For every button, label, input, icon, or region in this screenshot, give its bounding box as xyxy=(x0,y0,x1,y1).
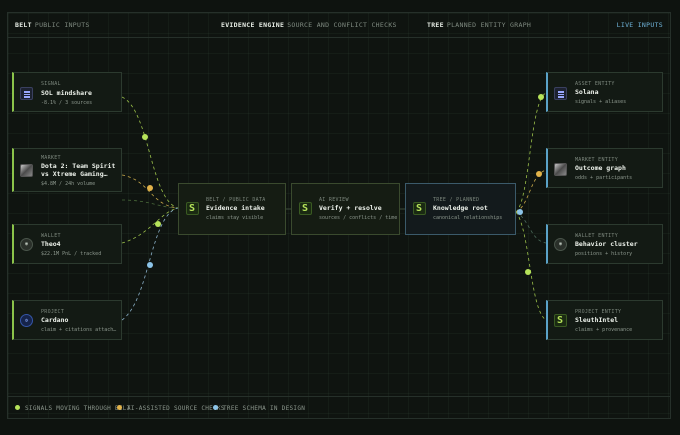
connector-outcome xyxy=(515,169,547,213)
stage-verify-resolve[interactable]: S AI REVIEW Verify + resolve sources / c… xyxy=(291,183,400,235)
wallet-avatar-icon: ◉ xyxy=(20,238,33,251)
card-title: SOL mindshare xyxy=(41,89,92,97)
entity-card-behavior-cluster[interactable]: ◉ WALLET ENTITY Behavior cluster positio… xyxy=(546,224,663,264)
card-title-line-2: vs Xtreme Gaming… xyxy=(41,170,108,178)
stage-kicker: AI REVIEW xyxy=(319,197,349,203)
connector-wallet xyxy=(121,207,179,244)
card-sub: -8.1% / 3 sources xyxy=(41,100,93,106)
s-logo-icon: S xyxy=(186,202,199,215)
stage-title: Verify + resolve xyxy=(319,204,382,212)
wallet-avatar-icon: ◉ xyxy=(554,238,567,251)
entity-sub: odds + participants xyxy=(575,175,633,181)
legend-schema: TREE SCHEMA IN DESIGN xyxy=(213,405,305,412)
stage-knowledge-root[interactable]: S TREE / PLANNED Knowledge root canonica… xyxy=(405,183,516,235)
schema-dot xyxy=(147,262,153,268)
input-card-market[interactable]: MARKET Dota 2: Team Spirit vs Xtreme Gam… xyxy=(12,148,122,192)
check-dot xyxy=(147,185,153,191)
s-logo-icon: S xyxy=(413,202,426,215)
entity-card-solana[interactable]: ASSET ENTITY Solana signals + aliases xyxy=(546,72,663,112)
signal-dot xyxy=(538,94,544,100)
signal-dot xyxy=(525,269,531,275)
entity-kicker: WALLET ENTITY xyxy=(575,233,619,239)
schema-dot xyxy=(517,209,523,215)
legend-dot xyxy=(117,405,122,410)
connector-market-2 xyxy=(121,199,179,209)
card-title: Theo4 xyxy=(41,240,61,248)
solana-icon xyxy=(554,87,567,100)
stage-title: Evidence intake xyxy=(206,204,265,212)
market-image-icon xyxy=(554,163,567,176)
entity-title: SleuthIntel xyxy=(575,316,619,324)
card-kicker: PROJECT xyxy=(41,309,65,315)
connector-behavior xyxy=(515,211,547,244)
market-image-icon xyxy=(20,164,33,177)
legend-checks: AI-ASSISTED SOURCE CHECKS xyxy=(117,405,225,412)
input-card-project[interactable]: ✲ PROJECT Cardano claim + citations atta… xyxy=(12,300,122,340)
input-card-wallet[interactable]: ◉ WALLET Theo4 $22.1M PnL / tracked xyxy=(12,224,122,264)
signal-dot xyxy=(142,134,148,140)
legend-label: AI-ASSISTED SOURCE CHECKS xyxy=(127,405,225,412)
entity-title: Solana xyxy=(575,88,599,96)
card-title: Cardano xyxy=(41,316,69,324)
entity-kicker: MARKET ENTITY xyxy=(575,157,619,163)
card-sub: $22.1M PnL / tracked xyxy=(41,251,102,257)
entity-title: Behavior cluster xyxy=(575,240,638,248)
stage-sub: claims stay visible xyxy=(206,215,264,221)
connector-sleuth xyxy=(515,211,547,321)
stage-sub: canonical relationships xyxy=(433,215,503,221)
stage-evidence-intake[interactable]: S BELT / PUBLIC DATA Evidence intake cla… xyxy=(178,183,286,235)
entity-kicker: ASSET ENTITY xyxy=(575,81,615,87)
entity-card-sleuthintel[interactable]: S PROJECT ENTITY SleuthIntel claims + pr… xyxy=(546,300,663,340)
entity-sub: positions + history xyxy=(575,251,633,257)
card-kicker: WALLET xyxy=(41,233,61,239)
cardano-icon: ✲ xyxy=(20,314,33,327)
legend-dot xyxy=(213,405,218,410)
s-logo-icon: S xyxy=(554,314,567,327)
check-dot xyxy=(536,171,542,177)
connector-signal xyxy=(121,96,179,209)
legend-bar: SIGNALS MOVING THROUGH BELT AI-ASSISTED … xyxy=(7,396,671,419)
signal-dot xyxy=(155,221,161,227)
stage-title: Knowledge root xyxy=(433,204,488,212)
legend-dot xyxy=(15,405,20,410)
stage-kicker: TREE / PLANNED xyxy=(433,197,480,203)
card-sub: $4.8M / 24h volume xyxy=(41,181,96,187)
stage-kicker: BELT / PUBLIC DATA xyxy=(206,197,266,203)
card-sub: claim + citations attach… xyxy=(41,327,117,333)
entity-card-outcome-graph[interactable]: MARKET ENTITY Outcome graph odds + parti… xyxy=(546,148,663,188)
card-kicker: MARKET xyxy=(41,155,61,161)
connector-market xyxy=(121,174,179,209)
entity-title: Outcome graph xyxy=(575,164,626,172)
entity-kicker: PROJECT ENTITY xyxy=(575,309,622,315)
input-card-signal[interactable]: SIGNAL SOL mindshare -8.1% / 3 sources xyxy=(12,72,122,112)
stage-sub: sources / conflicts / time xyxy=(319,215,398,221)
legend-label: SIGNALS MOVING THROUGH BELT xyxy=(25,405,131,412)
legend-label: TREE SCHEMA IN DESIGN xyxy=(223,405,306,412)
s-logo-icon: S xyxy=(299,202,312,215)
legend-signals: SIGNALS MOVING THROUGH BELT xyxy=(15,405,131,412)
connector-solana xyxy=(515,92,547,213)
entity-sub: claims + provenance xyxy=(575,327,633,333)
card-kicker: SIGNAL xyxy=(41,81,61,87)
solana-icon xyxy=(20,87,33,100)
entity-sub: signals + aliases xyxy=(575,99,627,105)
